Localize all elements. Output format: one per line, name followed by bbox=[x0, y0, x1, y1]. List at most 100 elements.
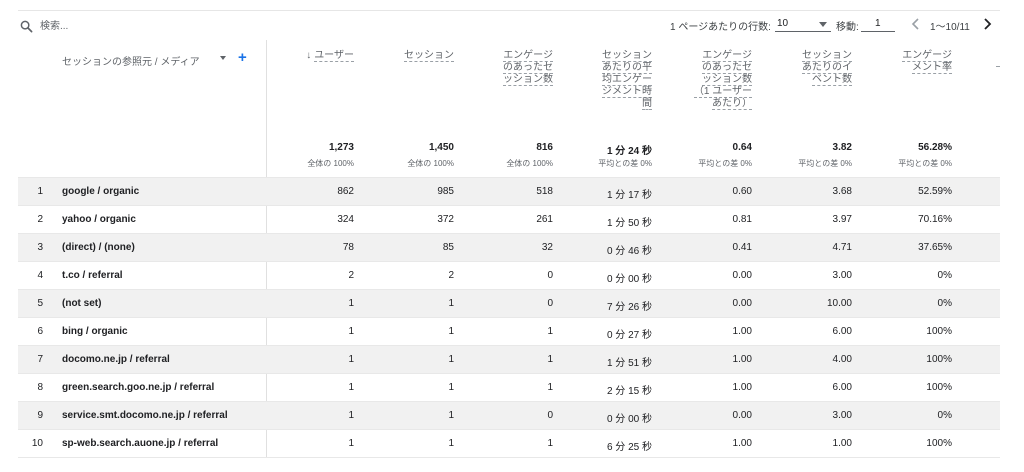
rows-per-page-label: 1 ページあたりの行数: bbox=[670, 22, 771, 33]
cell-users: 1 bbox=[348, 326, 354, 337]
table-row[interactable]: 4 t.co / referral 2 2 0 0 分 00 秒 0.00 3.00 0% bbox=[18, 261, 1000, 289]
column-header-label: ッション数 bbox=[503, 74, 553, 86]
column-header-label: ジメント時 bbox=[602, 86, 652, 98]
column-header-users[interactable]: ↓ ユーザー bbox=[262, 50, 354, 62]
column-header-label: エンゲージ bbox=[503, 50, 553, 62]
cell-avg_engagement_time: 0 分 46 秒 bbox=[606, 246, 652, 257]
cell-engaged_per_user: 0.41 bbox=[732, 242, 752, 253]
cell-avg_engagement_time: 1 分 50 秒 bbox=[606, 218, 652, 229]
search-icon[interactable] bbox=[20, 20, 33, 33]
table-toolbar: 1 ページあたりの行数: 10 移動: 1〜10/11 bbox=[18, 10, 1000, 38]
cell-events_per_session: 3.97 bbox=[832, 214, 852, 225]
table-row[interactable]: 9 service.smt.docomo.ne.jp / referral 1 1 0 0… bbox=[18, 401, 1000, 429]
column-header-label: ユーザー bbox=[314, 50, 354, 62]
table-row[interactable]: 8 green.search.goo.ne.jp / referral 1 1 1 2 分… bbox=[18, 373, 1000, 401]
column-header-engaged_sessions[interactable]: エンゲージ のあったセ ッション数 bbox=[461, 50, 553, 86]
cell-engagement_rate: 52.59% bbox=[918, 186, 952, 197]
cell-sessions: 1 bbox=[448, 298, 454, 309]
cell-events_per_session: 3.00 bbox=[832, 270, 852, 281]
cell-avg_engagement_time: 1 分 17 秒 bbox=[606, 190, 652, 201]
rows-per-page-select[interactable]: 10 bbox=[775, 15, 831, 32]
cell-sessions: 1 bbox=[448, 354, 454, 365]
column-header-label: のあったセ bbox=[702, 62, 752, 74]
row-dimension-value: t.co / referral bbox=[62, 270, 123, 281]
cell-engaged_sessions: 0 bbox=[547, 298, 553, 309]
row-dimension-value: (direct) / (none) bbox=[62, 242, 135, 253]
cell-sessions: 1 bbox=[448, 438, 454, 449]
column-header-avg_engagement_time[interactable]: セッション あたりの平 均エンゲー ジメント時間 bbox=[560, 50, 652, 110]
cell-engaged_per_user: 0.00 bbox=[732, 270, 752, 281]
table-row[interactable]: 1 google / organic 862 985 518 1 分 17 秒 0.60 3.… bbox=[18, 177, 1000, 205]
cell-avg_engagement_time: 0 分 27 秒 bbox=[606, 330, 652, 341]
cell-engaged_per_user: 1.00 bbox=[732, 326, 752, 337]
column-header-label: セッション bbox=[802, 50, 852, 62]
row-dimension-value: google / organic bbox=[62, 186, 140, 197]
cell-engaged_sessions: 32 bbox=[541, 242, 553, 253]
cell-engagement_rate: 37.65% bbox=[918, 242, 952, 253]
column-header-events_per_session[interactable]: セッション あたりのイ ベント数 bbox=[760, 50, 852, 86]
total-value-sessions: 1,450 bbox=[428, 142, 454, 153]
chevron-down-icon[interactable] bbox=[220, 56, 226, 60]
row-dimension-value: bing / organic bbox=[62, 326, 128, 337]
cell-sessions: 985 bbox=[437, 186, 454, 197]
row-index: 5 bbox=[37, 298, 43, 309]
cell-users: 78 bbox=[342, 242, 354, 253]
column-header-label: 均エンゲー bbox=[602, 74, 652, 86]
cell-engaged_per_user: 0.00 bbox=[732, 298, 752, 309]
column-header-engagement_rate[interactable]: エンゲージ メント率 bbox=[860, 50, 952, 74]
cell-events_per_session: 4.71 bbox=[832, 242, 852, 253]
rows-per-page-value: 10 bbox=[777, 18, 789, 29]
cell-users: 862 bbox=[337, 186, 354, 197]
table-row[interactable]: 6 bing / organic 1 1 1 0 分 27 秒 1.00 6.00 100% bbox=[18, 317, 1000, 345]
dropdown-caret-icon bbox=[819, 22, 827, 27]
row-index: 4 bbox=[37, 270, 43, 281]
chevron-left-icon[interactable] bbox=[910, 17, 922, 31]
total-value-avg_engagement_time: 1 分 24 秒 bbox=[606, 146, 652, 157]
cell-events_per_session: 6.00 bbox=[832, 326, 852, 337]
table-row[interactable]: 2 yahoo / organic 324 372 261 1 分 50 秒 0.81 3.9… bbox=[18, 205, 1000, 233]
table-row[interactable]: 5 (not set) 1 1 0 7 分 26 秒 0.00 10.00 0% bbox=[18, 289, 1000, 317]
row-dimension-value: yahoo / organic bbox=[62, 214, 136, 225]
table-header: セッションの参照元 / メディア + ↓ ユーザー 1,273 全体の 100% セッシ… bbox=[18, 40, 1000, 176]
column-header-label: あたりのイ bbox=[802, 62, 852, 74]
cell-engaged_sessions: 1 bbox=[547, 438, 553, 449]
cell-events_per_session: 4.00 bbox=[832, 354, 852, 365]
cell-engaged_sessions: 518 bbox=[536, 186, 553, 197]
cell-engaged_sessions: 0 bbox=[547, 410, 553, 421]
cell-engaged_per_user: 1.00 bbox=[732, 438, 752, 449]
row-index: 2 bbox=[37, 214, 43, 225]
table-row[interactable]: 7 docomo.ne.jp / referral 1 1 1 1 分 51 秒 1.00 4… bbox=[18, 345, 1000, 373]
column-header-label: 間 bbox=[642, 98, 652, 110]
add-dimension-button[interactable]: + bbox=[238, 49, 247, 66]
row-index: 7 bbox=[37, 354, 43, 365]
total-value-users: 1,273 bbox=[328, 142, 354, 153]
cell-engagement_rate: 100% bbox=[926, 438, 952, 449]
cell-users: 2 bbox=[348, 270, 354, 281]
cell-avg_engagement_time: 7 分 26 秒 bbox=[606, 302, 652, 313]
cell-engagement_rate: 70.16% bbox=[918, 214, 952, 225]
row-index: 8 bbox=[37, 382, 43, 393]
cell-sessions: 372 bbox=[437, 214, 454, 225]
cell-engagement_rate: 100% bbox=[926, 326, 952, 337]
column-header-sessions[interactable]: セッション bbox=[362, 50, 454, 62]
sort-arrow-down-icon: ↓ bbox=[306, 50, 312, 61]
column-header-label: （1 ユーザー bbox=[693, 86, 752, 98]
chevron-right-icon[interactable] bbox=[981, 17, 993, 31]
total-subtext-sessions: 全体の 100% bbox=[407, 159, 454, 168]
search-input[interactable] bbox=[40, 17, 240, 35]
cell-engaged_per_user: 1.00 bbox=[732, 354, 752, 365]
dimension-header[interactable]: セッションの参照元 / メディア bbox=[62, 53, 200, 68]
goto-page-input[interactable] bbox=[861, 15, 895, 32]
cell-events_per_session: 6.00 bbox=[832, 382, 852, 393]
column-header-engaged_per_user[interactable]: エンゲージ のあったセ ッション数 （1 ユーザー あたり） bbox=[660, 50, 752, 110]
table-row[interactable]: 10 sp-web.search.auone.jp / referral 1 1 1 6 … bbox=[18, 429, 1000, 457]
cell-sessions: 2 bbox=[448, 270, 454, 281]
cell-engagement_rate: 100% bbox=[926, 354, 952, 365]
row-dimension-value: green.search.goo.ne.jp / referral bbox=[62, 382, 215, 393]
table-row[interactable]: 3 (direct) / (none) 78 85 32 0 分 46 秒 0.41 4.71… bbox=[18, 233, 1000, 261]
cell-avg_engagement_time: 0 分 00 秒 bbox=[606, 414, 652, 425]
cell-sessions: 85 bbox=[442, 242, 454, 253]
cell-engagement_rate: 100% bbox=[926, 382, 952, 393]
total-subtext-engaged_per_user: 平均との差 0% bbox=[698, 159, 752, 168]
column-header-label: あたり） bbox=[712, 98, 752, 110]
